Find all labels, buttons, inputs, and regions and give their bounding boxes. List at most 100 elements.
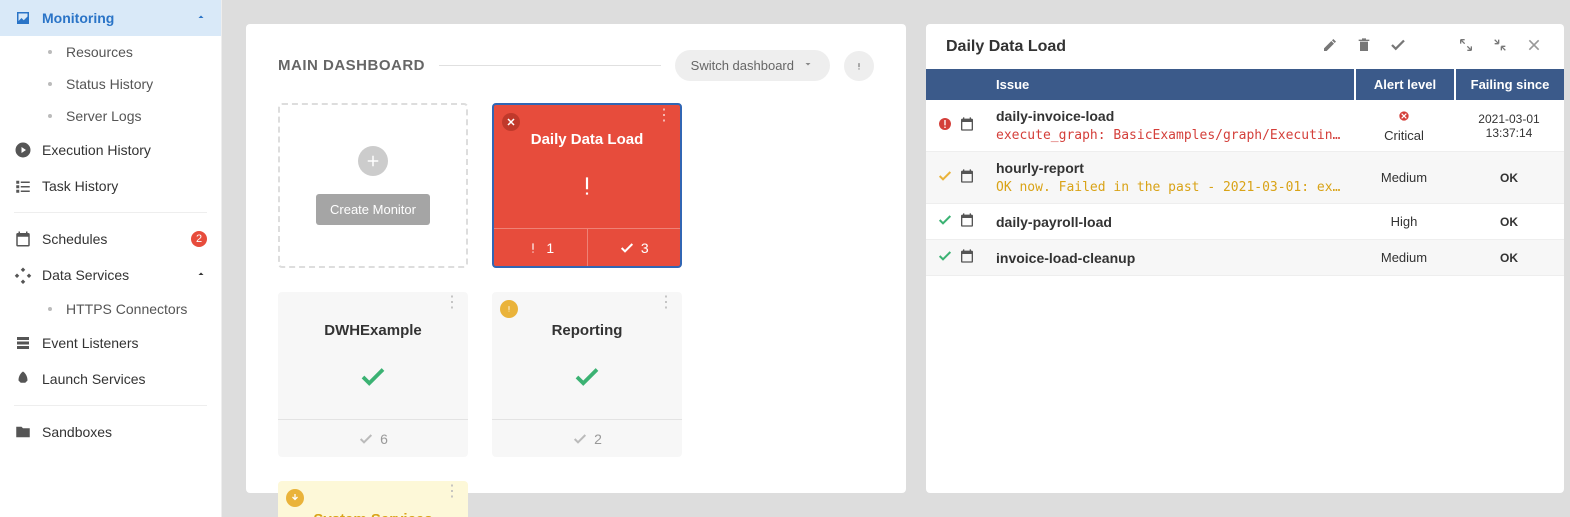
sidebar-item-label: Event Listeners	[42, 335, 139, 351]
tasks-icon	[14, 177, 32, 195]
row-level: Critical	[1354, 101, 1454, 151]
card-daily-data-load[interactable]: ⋮ Daily Data Load 1 3	[492, 103, 682, 268]
kebab-icon[interactable]: ⋮	[658, 300, 674, 306]
card-reporting[interactable]: ⋮ Reporting 2	[492, 292, 682, 457]
sidebar-item-task-history[interactable]: Task History	[0, 168, 221, 204]
row-icons	[926, 108, 986, 143]
sidebar-item-schedules[interactable]: Schedules 2	[0, 221, 221, 257]
card-footer: 6	[278, 419, 468, 457]
calendar-icon	[959, 212, 975, 231]
sidebar-item-label: Schedules	[42, 231, 107, 247]
table-row[interactable]: invoice-load-cleanup Medium OK	[926, 240, 1564, 276]
calendar-icon	[14, 230, 32, 248]
sidebar-item-sandboxes[interactable]: Sandboxes	[0, 414, 221, 450]
sidebar-item-data-services[interactable]: Data Services	[0, 257, 221, 293]
sidebar-item-label: Task History	[42, 178, 118, 194]
fail-count: 1	[494, 229, 587, 266]
badge-count: 2	[191, 231, 207, 247]
card-title: Daily Data Load	[494, 105, 680, 150]
check-icon[interactable]	[1388, 36, 1408, 57]
sidebar-item-execution-history[interactable]: Execution History	[0, 132, 221, 168]
sidebar-item-server-logs[interactable]: Server Logs	[0, 100, 221, 132]
row-icons	[926, 240, 986, 275]
close-icon[interactable]	[1524, 37, 1544, 56]
table-row[interactable]: hourly-report OK now. Failed in the past…	[926, 152, 1564, 204]
listener-icon	[14, 334, 32, 352]
chevron-up-icon	[195, 268, 207, 283]
kebab-icon[interactable]: ⋮	[444, 489, 460, 495]
row-since: OK	[1454, 207, 1564, 237]
check-icon	[358, 431, 374, 447]
cards-grid: Create Monitor ⋮ Daily Data Load 1	[278, 103, 874, 517]
ok-count-value: 6	[380, 431, 388, 447]
issue-name: daily-invoice-load	[996, 108, 1344, 124]
chevron-up-icon	[195, 11, 207, 26]
since-date: 2021-03-01	[1464, 112, 1554, 126]
row-issue: hourly-report OK now. Failed in the past…	[986, 152, 1354, 203]
card-create-monitor[interactable]: Create Monitor	[278, 103, 468, 268]
expand-icon[interactable]	[1456, 37, 1476, 56]
issue-desc: execute_graph: BasicExamples/graph/Execu…	[996, 128, 1344, 143]
th-issue[interactable]: Issue	[986, 69, 1354, 100]
kebab-icon[interactable]: ⋮	[656, 113, 672, 119]
sidebar-item-label: HTTPS Connectors	[66, 301, 187, 317]
sidebar-item-monitoring[interactable]: Monitoring	[0, 0, 221, 36]
row-since: OK	[1454, 163, 1564, 193]
th-alert-level[interactable]: Alert level	[1354, 69, 1454, 100]
collapse-icon[interactable]	[1490, 37, 1510, 56]
critical-icon	[1397, 109, 1411, 126]
error-icon	[937, 116, 953, 135]
issue-name: daily-payroll-load	[996, 214, 1344, 230]
card-system-services[interactable]: ⋮ System Services 1 2	[278, 481, 468, 517]
calendar-icon	[959, 248, 975, 267]
sidebar-item-label: Execution History	[42, 142, 151, 158]
check-icon	[572, 362, 602, 399]
sidebar-item-launch-services[interactable]: Launch Services	[0, 361, 221, 397]
calendar-icon	[959, 168, 975, 187]
level-value: High	[1391, 214, 1418, 229]
detail-panel: Daily Data Load Issue Ale	[926, 24, 1564, 493]
kebab-icon[interactable]: ⋮	[444, 300, 460, 306]
level-value: Medium	[1381, 170, 1427, 185]
calendar-icon	[959, 116, 975, 135]
sidebar-item-resources[interactable]: Resources	[0, 36, 221, 68]
folder-icon	[14, 423, 32, 441]
switch-dashboard-label: Switch dashboard	[691, 58, 794, 73]
warn-icon	[500, 300, 518, 318]
nav-divider	[14, 405, 207, 406]
edit-icon[interactable]	[1320, 37, 1340, 56]
card-status-icon	[494, 150, 680, 228]
card-dwhexample[interactable]: ⋮ DWHExample 6	[278, 292, 468, 457]
dashboard-title: MAIN DASHBOARD	[278, 57, 425, 74]
sidebar-item-event-listeners[interactable]: Event Listeners	[0, 325, 221, 361]
dashboard-panel: MAIN DASHBOARD Switch dashboard Create M…	[246, 24, 906, 493]
sidebar-item-https-connectors[interactable]: HTTPS Connectors	[0, 293, 221, 325]
issue-name: invoice-load-cleanup	[996, 250, 1344, 266]
create-monitor-button[interactable]: Create Monitor	[316, 194, 430, 225]
trash-icon[interactable]	[1354, 37, 1374, 56]
chevron-down-icon	[802, 58, 814, 73]
check-icon	[358, 362, 388, 399]
detail-header: Daily Data Load	[926, 24, 1564, 69]
switch-dashboard-button[interactable]: Switch dashboard	[675, 50, 830, 81]
ok-count-value: 2	[594, 431, 602, 447]
card-title: System Services	[278, 481, 468, 517]
issue-desc: OK now. Failed in the past - 2021-03-01:…	[996, 180, 1344, 195]
error-icon	[502, 113, 520, 131]
alert-indicator[interactable]	[844, 51, 874, 81]
level-value: Critical	[1384, 128, 1424, 143]
th-icons	[926, 69, 986, 100]
table-row[interactable]: daily-invoice-load execute_graph: BasicE…	[926, 100, 1564, 152]
table-row[interactable]: daily-payroll-load High OK	[926, 204, 1564, 240]
row-level: Medium	[1354, 162, 1454, 193]
sidebar-item-label: Status History	[66, 76, 153, 92]
card-title: DWHExample	[278, 292, 468, 341]
th-failing-since[interactable]: Failing since	[1454, 69, 1564, 100]
ok-count-value: 3	[641, 240, 649, 256]
ok-count: 3	[587, 229, 681, 266]
sidebar-item-status-history[interactable]: Status History	[0, 68, 221, 100]
sidebar: Monitoring Resources Status History Serv…	[0, 0, 222, 517]
sidebar-item-label: Launch Services	[42, 371, 146, 387]
ok-count: 6	[278, 420, 468, 457]
sidebar-item-label: Sandboxes	[42, 424, 112, 440]
